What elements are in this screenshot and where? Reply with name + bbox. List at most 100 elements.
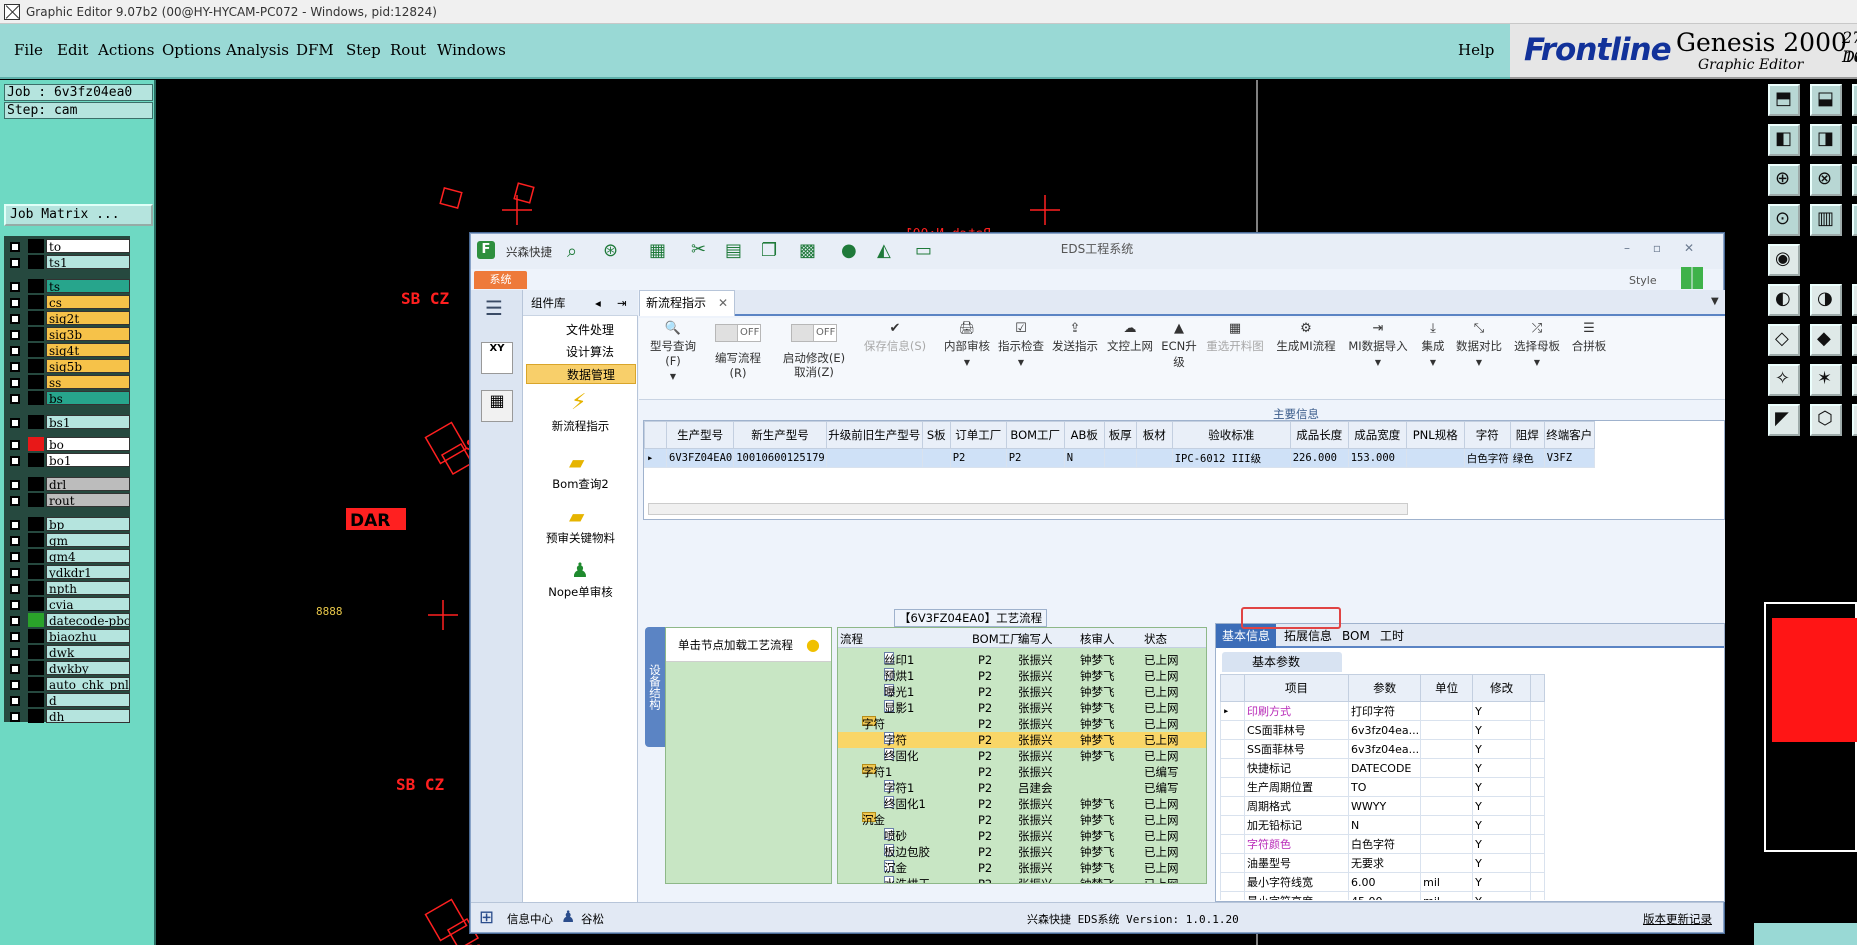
- property-row[interactable]: 快捷标记 DATECODE Y: [1220, 758, 1546, 778]
- column-header[interactable]: 参数: [1347, 674, 1422, 702]
- layer-row-sig3b[interactable]: sig3b: [8, 327, 130, 341]
- menu-dfm[interactable]: DFM: [296, 41, 334, 59]
- layer-row-dh[interactable]: dh: [8, 709, 130, 723]
- layer-name[interactable]: cvia: [46, 597, 130, 611]
- menu-help[interactable]: Help: [1458, 41, 1494, 59]
- tool-button-12[interactable]: ▩: [1852, 204, 1857, 236]
- ribbon-button-1[interactable]: 🔍 型号查询(F) ▼: [643, 318, 703, 398]
- layer-name[interactable]: rout: [46, 493, 130, 507]
- property-row[interactable]: CS面菲林号 6v3fz04ea... Y: [1220, 720, 1546, 740]
- tree-column-header[interactable]: 状态: [1144, 631, 1167, 647]
- layer-row-ss[interactable]: ss: [8, 375, 130, 389]
- column-header[interactable]: 修改: [1472, 674, 1532, 702]
- info-center[interactable]: 信息中心: [507, 911, 553, 927]
- tool-button-15[interactable]: ◑: [1810, 284, 1842, 316]
- table-cell[interactable]: 绿色: [1509, 448, 1545, 468]
- table-cell[interactable]: 10010600125179: [733, 448, 827, 468]
- update-log-link[interactable]: 版本更新记录: [1643, 911, 1712, 927]
- property-value[interactable]: 6v3fz04ea...: [1347, 739, 1422, 759]
- layer-checkbox[interactable]: [10, 378, 20, 388]
- column-header[interactable]: BOM工厂: [1005, 421, 1065, 449]
- tool-button-17[interactable]: ◇: [1768, 324, 1800, 356]
- layer-row-bo[interactable]: bo: [8, 437, 130, 451]
- layer-row-gm4[interactable]: gm4: [8, 549, 130, 563]
- property-row[interactable]: ▸ 印刷方式 打印字符 Y: [1220, 701, 1546, 721]
- layer-row-npth[interactable]: npth: [8, 581, 130, 595]
- layer-checkbox[interactable]: [10, 552, 20, 562]
- close-tab-icon[interactable]: ✕: [718, 291, 728, 315]
- job-matrix-button[interactable]: Job Matrix ...: [4, 204, 153, 226]
- layer-row-bp[interactable]: bp: [8, 517, 130, 531]
- layer-name[interactable]: ss: [46, 375, 130, 389]
- layer-checkbox[interactable]: [10, 680, 20, 690]
- film-icon[interactable]: ▤: [725, 240, 742, 261]
- table-cell[interactable]: IPC-6012 III级: [1171, 448, 1291, 468]
- tool-button-19[interactable]: ✦: [1852, 324, 1857, 356]
- property-value[interactable]: 打印字符: [1347, 701, 1422, 721]
- tree-column-header[interactable]: 核审人: [1080, 631, 1115, 647]
- nav-nope-review[interactable]: Nope单审核: [523, 584, 638, 600]
- table-cell[interactable]: [1103, 448, 1137, 468]
- property-value[interactable]: 6.00: [1347, 872, 1422, 892]
- tool-button-3[interactable]: ⬔: [1852, 84, 1857, 116]
- tree-column-header[interactable]: BOM工厂: [972, 631, 1022, 647]
- layer-checkbox[interactable]: [10, 346, 20, 356]
- toggle-switch[interactable]: OFF: [715, 324, 761, 342]
- property-value[interactable]: WWYY: [1347, 796, 1422, 816]
- layer-row-ts[interactable]: ts: [8, 279, 130, 293]
- tree-row[interactable]: 板边包胶 P2 张振兴 钟梦飞 已上网: [838, 844, 1206, 860]
- column-header[interactable]: 升级前旧生产型号: [825, 421, 923, 449]
- tree-row[interactable]: 沉金 P2 张振兴 钟梦飞 已上网: [838, 860, 1206, 876]
- tool-button-22[interactable]: ◣: [1852, 364, 1857, 396]
- table-cell[interactable]: [921, 448, 951, 468]
- layer-name[interactable]: gm4: [46, 549, 130, 563]
- ribbon-button-4[interactable]: ✔ 保存信息(S): [853, 318, 937, 398]
- column-header[interactable]: S板: [921, 421, 951, 449]
- column-header[interactable]: 字符: [1463, 421, 1511, 449]
- layer-name[interactable]: d: [46, 693, 130, 707]
- layer-checkbox[interactable]: [10, 298, 20, 308]
- column-header[interactable]: PNL规格: [1405, 421, 1465, 449]
- column-header[interactable]: 单位: [1420, 674, 1474, 702]
- layer-name[interactable]: npth: [46, 581, 130, 595]
- nav-data-management[interactable]: 数据管理: [526, 364, 636, 384]
- copy-icon[interactable]: ❐: [761, 240, 777, 261]
- tab-dropdown-icon[interactable]: ▼: [1711, 296, 1719, 307]
- menu-rout[interactable]: Rout: [390, 41, 426, 59]
- close-button[interactable]: ✕: [1679, 240, 1699, 256]
- property-value[interactable]: DATECODE: [1347, 758, 1422, 778]
- menu-windows[interactable]: Windows: [437, 41, 506, 59]
- tool-button-11[interactable]: ▥: [1810, 204, 1842, 236]
- tool-button-14[interactable]: ◐: [1768, 284, 1800, 316]
- tool-button-25[interactable]: ➤: [1852, 404, 1857, 436]
- tool-button-13[interactable]: ◉: [1768, 244, 1800, 276]
- property-value[interactable]: 6v3fz04ea...: [1347, 720, 1422, 740]
- layer-checkbox[interactable]: [10, 330, 20, 340]
- tool-button-18[interactable]: ◆: [1810, 324, 1842, 356]
- tool-button-5[interactable]: ◨: [1810, 124, 1842, 156]
- tree-row[interactable]: 字符 P2 张振兴 钟梦飞 已上网: [838, 732, 1206, 748]
- xy-tool-icon[interactable]: XY: [481, 342, 513, 374]
- layer-checkbox[interactable]: [10, 258, 20, 268]
- table-cell[interactable]: [825, 448, 923, 468]
- ribbon-button-16[interactable]: ☰ 合拼板: [1567, 318, 1611, 398]
- menu-analysis[interactable]: Analysis: [226, 41, 289, 59]
- hamburger-icon[interactable]: ☰: [485, 296, 503, 320]
- layer-checkbox[interactable]: [10, 536, 20, 546]
- layer-checkbox[interactable]: [10, 616, 20, 626]
- tree-column-header[interactable]: 编写人: [1018, 631, 1053, 647]
- maximize-button[interactable]: ▫: [1647, 240, 1667, 256]
- layer-name[interactable]: bs: [46, 391, 130, 405]
- windows-grid-icon[interactable]: ⊞: [479, 907, 494, 928]
- tool-button-4[interactable]: ◧: [1768, 124, 1800, 156]
- nav-bom-query[interactable]: Bom查询2: [523, 476, 638, 492]
- dropdown-arrow-icon[interactable]: ▼: [1345, 358, 1411, 367]
- tool-button-21[interactable]: ✶: [1810, 364, 1842, 396]
- layer-checkbox[interactable]: [10, 648, 20, 658]
- property-row[interactable]: 生产周期位置 TO Y: [1220, 777, 1546, 797]
- column-header[interactable]: 新生产型号: [733, 421, 827, 449]
- tree-row[interactable]: 终固化 P2 张振兴 钟梦飞 已上网: [838, 748, 1206, 764]
- layer-row-to[interactable]: to: [8, 239, 130, 253]
- ribbon-button-11[interactable]: ⚙ 生成MI流程: [1271, 318, 1341, 398]
- ribbon-button-2[interactable]: OFF 编写流程(R): [707, 318, 769, 398]
